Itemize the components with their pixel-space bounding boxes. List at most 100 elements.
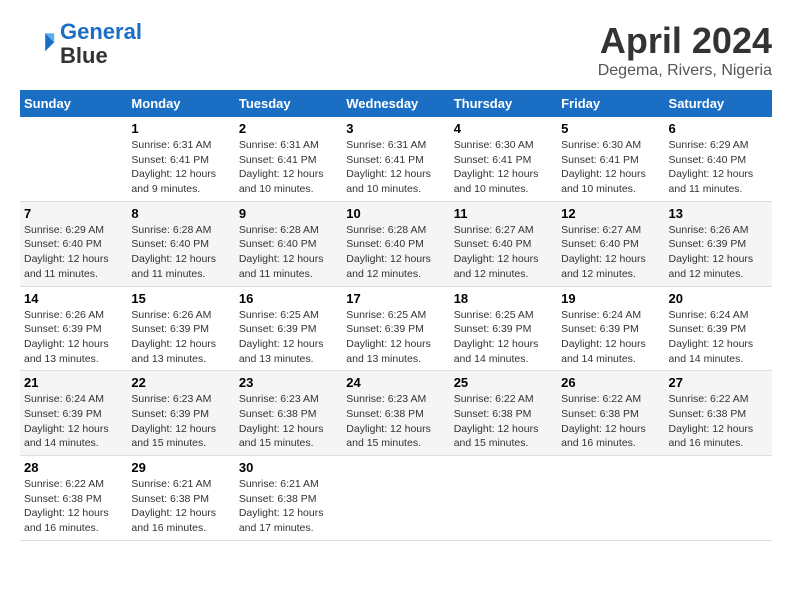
day-number: 1 [131,121,230,136]
day-number: 19 [561,291,660,306]
calendar-week-row: 28Sunrise: 6:22 AMSunset: 6:38 PMDayligh… [20,456,772,541]
calendar-cell: 26 Sunrise: 6:22 AMSunset: 6:38 PMDayligh… [557,371,664,456]
day-info: Sunrise: 6:31 AMSunset: 6:41 PMDaylight:… [239,139,324,195]
day-of-week-header: Monday [127,90,234,117]
day-info: Sunrise: 6:26 AMSunset: 6:39 PMDaylight:… [131,309,216,365]
logo-text: GeneralBlue [60,20,142,68]
calendar-cell: 14 Sunrise: 6:26 AMSunset: 6:39 PMDayligh… [20,286,127,371]
day-of-week-header: Wednesday [342,90,449,117]
calendar-cell: 17 Sunrise: 6:25 AMSunset: 6:39 PMDayligh… [342,286,449,371]
day-number: 8 [131,206,230,221]
calendar-cell: 29 Sunrise: 6:21 AMSunset: 6:38 PMDayligh… [127,456,234,541]
day-info: Sunrise: 6:22 AMSunset: 6:38 PMDaylight:… [454,393,539,449]
day-number: 7 [24,206,123,221]
logo: GeneralBlue [20,20,142,68]
logo-icon [20,26,56,62]
day-info: Sunrise: 6:24 AMSunset: 6:39 PMDaylight:… [669,309,754,365]
calendar-cell: 15 Sunrise: 6:26 AMSunset: 6:39 PMDayligh… [127,286,234,371]
calendar-cell: 22Sunrise: 6:23 AMSunset: 6:39 PMDayligh… [127,371,234,456]
day-number: 20 [669,291,768,306]
location-title: Degema, Rivers, Nigeria [598,62,772,80]
calendar-cell [557,456,664,541]
calendar-cell: 10 Sunrise: 6:28 AMSunset: 6:40 PMDayligh… [342,201,449,286]
day-number: 23 [239,375,338,390]
calendar-cell: 11Sunrise: 6:27 AMSunset: 6:40 PMDayligh… [450,201,557,286]
day-number: 18 [454,291,553,306]
day-of-week-header: Sunday [20,90,127,117]
day-number: 12 [561,206,660,221]
day-info: Sunrise: 6:21 AMSunset: 6:38 PMDaylight:… [239,478,324,534]
calendar-cell: 7Sunrise: 6:29 AMSunset: 6:40 PMDaylight… [20,201,127,286]
calendar-week-row: 1 Sunrise: 6:31 AMSunset: 6:41 PMDaylight… [20,117,772,201]
day-number: 2 [239,121,338,136]
calendar-cell: 4 Sunrise: 6:30 AMSunset: 6:41 PMDaylight… [450,117,557,201]
day-info: Sunrise: 6:27 AMSunset: 6:40 PMDaylight:… [561,224,646,280]
day-info: Sunrise: 6:22 AMSunset: 6:38 PMDaylight:… [561,393,646,449]
day-info: Sunrise: 6:21 AMSunset: 6:38 PMDaylight:… [131,478,216,534]
day-info: Sunrise: 6:25 AMSunset: 6:39 PMDaylight:… [454,309,539,365]
day-number: 10 [346,206,445,221]
calendar-cell [20,117,127,201]
day-number: 3 [346,121,445,136]
calendar-cell: 18 Sunrise: 6:25 AMSunset: 6:39 PMDayligh… [450,286,557,371]
day-of-week-header: Thursday [450,90,557,117]
calendar-cell [450,456,557,541]
calendar-table: SundayMondayTuesdayWednesdayThursdayFrid… [20,90,772,541]
day-info: Sunrise: 6:25 AMSunset: 6:39 PMDaylight:… [346,309,431,365]
calendar-cell: 5 Sunrise: 6:30 AMSunset: 6:41 PMDaylight… [557,117,664,201]
day-info: Sunrise: 6:28 AMSunset: 6:40 PMDaylight:… [239,224,324,280]
calendar-cell: 24 Sunrise: 6:23 AMSunset: 6:38 PMDayligh… [342,371,449,456]
calendar-header: SundayMondayTuesdayWednesdayThursdayFrid… [20,90,772,117]
day-info: Sunrise: 6:26 AMSunset: 6:39 PMDaylight:… [24,309,109,365]
calendar-cell: 3 Sunrise: 6:31 AMSunset: 6:41 PMDaylight… [342,117,449,201]
calendar-cell: 6Sunrise: 6:29 AMSunset: 6:40 PMDaylight… [665,117,772,201]
calendar-cell: 19 Sunrise: 6:24 AMSunset: 6:39 PMDayligh… [557,286,664,371]
day-info: Sunrise: 6:23 AMSunset: 6:38 PMDaylight:… [346,393,431,449]
calendar-cell: 25 Sunrise: 6:22 AMSunset: 6:38 PMDayligh… [450,371,557,456]
day-number: 25 [454,375,553,390]
day-number: 9 [239,206,338,221]
title-block: April 2024 Degema, Rivers, Nigeria [598,20,772,80]
day-info: Sunrise: 6:30 AMSunset: 6:41 PMDaylight:… [454,139,539,195]
day-info: Sunrise: 6:31 AMSunset: 6:41 PMDaylight:… [131,139,216,195]
calendar-week-row: 21Sunrise: 6:24 AMSunset: 6:39 PMDayligh… [20,371,772,456]
calendar-cell: 12 Sunrise: 6:27 AMSunset: 6:40 PMDayligh… [557,201,664,286]
day-info: Sunrise: 6:31 AMSunset: 6:41 PMDaylight:… [346,139,431,195]
day-number: 14 [24,291,123,306]
day-number: 27 [669,375,768,390]
calendar-cell: 13Sunrise: 6:26 AMSunset: 6:39 PMDayligh… [665,201,772,286]
day-of-week-header: Tuesday [235,90,342,117]
calendar-cell: 27 Sunrise: 6:22 AMSunset: 6:38 PMDayligh… [665,371,772,456]
day-number: 26 [561,375,660,390]
day-number: 11 [454,206,553,221]
day-info: Sunrise: 6:30 AMSunset: 6:41 PMDaylight:… [561,139,646,195]
day-of-week-header: Saturday [665,90,772,117]
day-number: 24 [346,375,445,390]
day-of-week-header: Friday [557,90,664,117]
day-info: Sunrise: 6:22 AMSunset: 6:38 PMDaylight:… [24,478,109,534]
calendar-week-row: 14 Sunrise: 6:26 AMSunset: 6:39 PMDayligh… [20,286,772,371]
calendar-week-row: 7Sunrise: 6:29 AMSunset: 6:40 PMDaylight… [20,201,772,286]
day-number: 30 [239,460,338,475]
day-number: 16 [239,291,338,306]
day-info: Sunrise: 6:28 AMSunset: 6:40 PMDaylight:… [131,224,216,280]
day-number: 13 [669,206,768,221]
day-info: Sunrise: 6:22 AMSunset: 6:38 PMDaylight:… [669,393,754,449]
day-info: Sunrise: 6:23 AMSunset: 6:39 PMDaylight:… [131,393,216,449]
day-info: Sunrise: 6:28 AMSunset: 6:40 PMDaylight:… [346,224,431,280]
day-number: 6 [669,121,768,136]
day-number: 29 [131,460,230,475]
day-number: 4 [454,121,553,136]
day-number: 15 [131,291,230,306]
calendar-cell: 20 Sunrise: 6:24 AMSunset: 6:39 PMDayligh… [665,286,772,371]
calendar-cell: 8 Sunrise: 6:28 AMSunset: 6:40 PMDaylight… [127,201,234,286]
day-number: 17 [346,291,445,306]
calendar-cell [342,456,449,541]
calendar-cell: 9 Sunrise: 6:28 AMSunset: 6:40 PMDaylight… [235,201,342,286]
calendar-cell: 23Sunrise: 6:23 AMSunset: 6:38 PMDayligh… [235,371,342,456]
day-info: Sunrise: 6:24 AMSunset: 6:39 PMDaylight:… [24,393,109,449]
day-number: 5 [561,121,660,136]
day-info: Sunrise: 6:24 AMSunset: 6:39 PMDaylight:… [561,309,646,365]
calendar-cell: 16Sunrise: 6:25 AMSunset: 6:39 PMDayligh… [235,286,342,371]
calendar-cell: 1 Sunrise: 6:31 AMSunset: 6:41 PMDaylight… [127,117,234,201]
